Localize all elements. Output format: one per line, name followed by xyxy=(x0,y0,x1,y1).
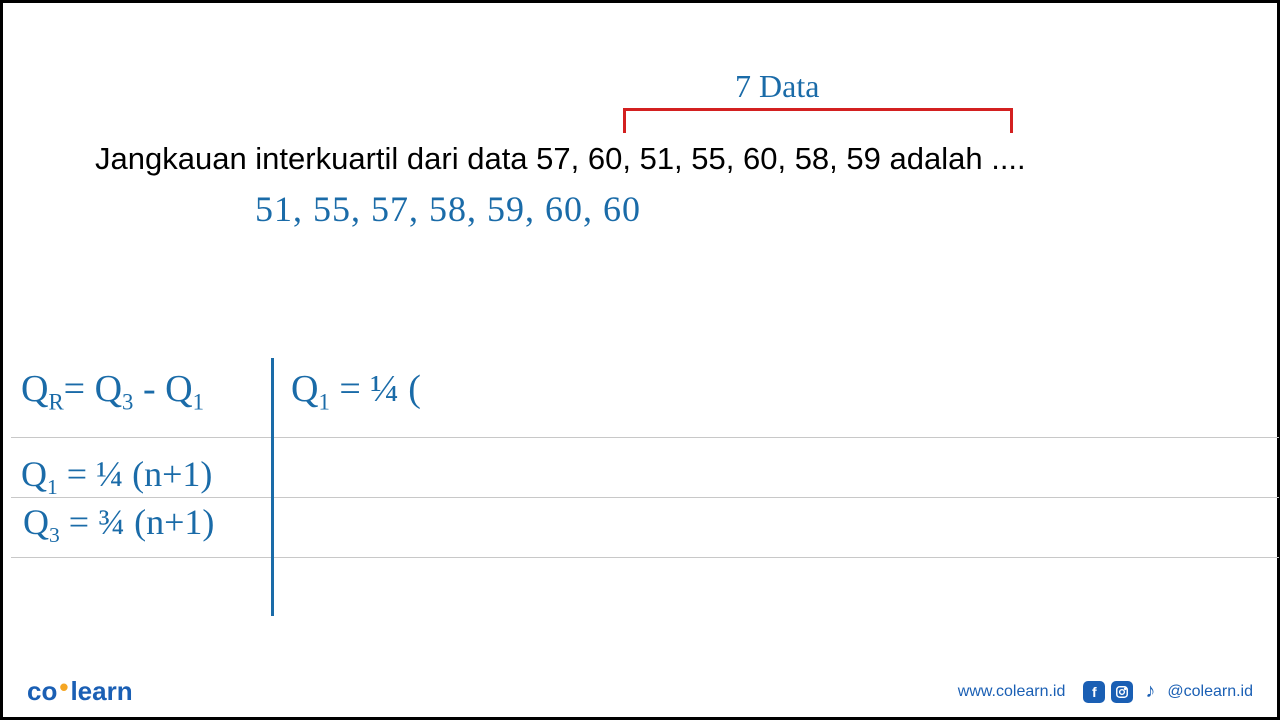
formula-text: Q xyxy=(291,368,318,410)
data-bracket xyxy=(623,108,1013,133)
formula-text: - Q xyxy=(133,368,192,410)
formula-q1: Q1 = ¼ (n+1) xyxy=(21,453,212,500)
logo-co: co xyxy=(27,676,57,706)
formula-text: Q xyxy=(21,368,48,410)
formula-sub: 3 xyxy=(122,390,133,415)
logo-learn: learn xyxy=(70,676,132,706)
formula-text: Q xyxy=(21,454,47,494)
tiktok-icon: ♪ xyxy=(1139,681,1161,703)
whiteboard-content: 7 Data Jangkauan interkuartil dari data … xyxy=(3,3,1277,717)
data-count-label: 7 Data xyxy=(735,68,819,105)
footer-url: www.colearn.id xyxy=(958,683,1066,701)
footer-right: www.colearn.id f ♪ @colearn.id xyxy=(958,681,1253,703)
formula-text: Q xyxy=(23,502,49,542)
ruled-line xyxy=(11,437,1279,438)
colearn-logo: co•learn xyxy=(27,676,133,707)
question-text: Jangkauan interkuartil dari data 57, 60,… xyxy=(95,141,1026,177)
social-handle: @colearn.id xyxy=(1167,683,1253,701)
formula-sub: 3 xyxy=(49,523,60,547)
vertical-divider xyxy=(271,358,274,616)
formula-sub: 1 xyxy=(193,390,204,415)
formula-sub: R xyxy=(48,390,63,415)
logo-dot-icon: • xyxy=(59,672,68,703)
instagram-icon xyxy=(1111,681,1133,703)
formula-sub: 1 xyxy=(47,475,58,499)
social-icons: f ♪ @colearn.id xyxy=(1083,681,1253,703)
formula-qr: QR= Q3 - Q1 xyxy=(21,367,204,416)
facebook-icon: f xyxy=(1083,681,1105,703)
formula-text: = ¾ (n+1) xyxy=(69,502,215,542)
sorted-data-text: 51, 55, 57, 58, 59, 60, 60 xyxy=(255,188,641,230)
formula-text: = ¼ ( xyxy=(339,368,421,410)
footer-bar: co•learn www.colearn.id f ♪ @colearn.id xyxy=(3,676,1277,707)
formula-q3: Q3 = ¾ (n+1) xyxy=(23,501,214,548)
ruled-line xyxy=(11,557,1279,558)
formula-text: = Q xyxy=(64,368,122,410)
formula-text: = ¼ (n+1) xyxy=(67,454,213,494)
formula-q1-right: Q1 = ¼ ( xyxy=(291,367,421,416)
formula-sub: 1 xyxy=(318,390,329,415)
